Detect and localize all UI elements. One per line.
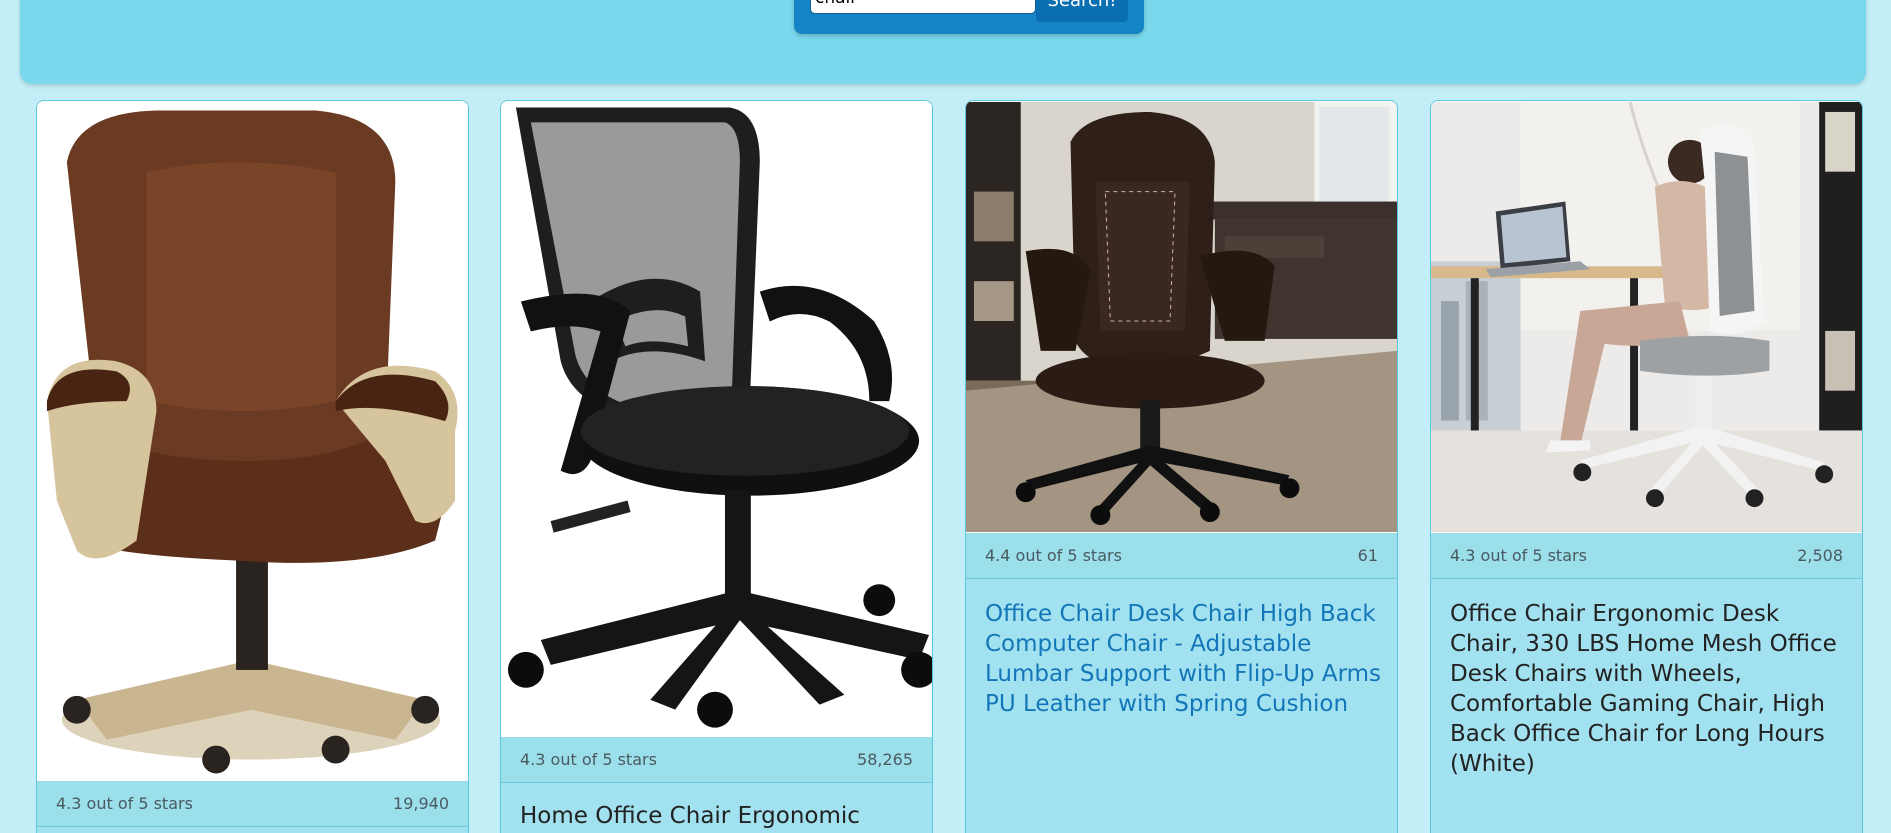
top-header: Search! bbox=[20, 0, 1866, 84]
rating-text: 4.3 out of 5 stars bbox=[520, 750, 657, 769]
product-title[interactable]: Home Office Chair Ergonomic bbox=[520, 801, 920, 831]
product-card[interactable]: 4.3 out of 5 stars 2,508 Office Chair Er… bbox=[1430, 100, 1863, 833]
product-title[interactable]: Office Chair Ergonomic Desk Chair, 330 L… bbox=[1450, 599, 1850, 779]
brown-leather-executive-chair-image[interactable] bbox=[37, 101, 468, 781]
rating-text: 4.3 out of 5 stars bbox=[1450, 546, 1587, 565]
white-ergonomic-chair-image[interactable] bbox=[1431, 101, 1862, 533]
rating-row: 4.3 out of 5 stars 2,508 bbox=[1431, 533, 1862, 579]
review-count: 61 bbox=[1357, 546, 1378, 565]
chair-picture-1 bbox=[37, 102, 468, 780]
review-count: 19,940 bbox=[393, 794, 449, 813]
search-button[interactable]: Search! bbox=[1036, 0, 1128, 22]
product-title-link[interactable]: Office Chair Desk Chair High Back Comput… bbox=[985, 599, 1385, 719]
search-form: Search! bbox=[794, 0, 1144, 34]
rating-text: 4.3 out of 5 stars bbox=[56, 794, 193, 813]
chair-picture-4 bbox=[1431, 101, 1862, 533]
chair-picture-2 bbox=[501, 102, 932, 736]
search-input[interactable] bbox=[810, 0, 1036, 14]
rating-row: 4.3 out of 5 stars 19,940 bbox=[37, 781, 468, 827]
chair-picture-3 bbox=[966, 101, 1397, 533]
rating-row: 4.3 out of 5 stars 58,265 bbox=[501, 737, 932, 783]
rating-text: 4.4 out of 5 stars bbox=[985, 546, 1122, 565]
rating-row: 4.4 out of 5 stars 61 bbox=[966, 533, 1397, 579]
review-count: 58,265 bbox=[857, 750, 913, 769]
product-card[interactable]: 4.3 out of 5 stars 19,940 bbox=[36, 100, 469, 833]
product-card[interactable]: 4.4 out of 5 stars 61 Office Chair Desk … bbox=[965, 100, 1398, 833]
black-mesh-office-chair-image[interactable] bbox=[501, 101, 932, 737]
review-count: 2,508 bbox=[1797, 546, 1843, 565]
product-card[interactable]: 4.3 out of 5 stars 58,265 Home Office Ch… bbox=[500, 100, 933, 833]
brown-leather-chair-room-image[interactable] bbox=[966, 101, 1397, 533]
